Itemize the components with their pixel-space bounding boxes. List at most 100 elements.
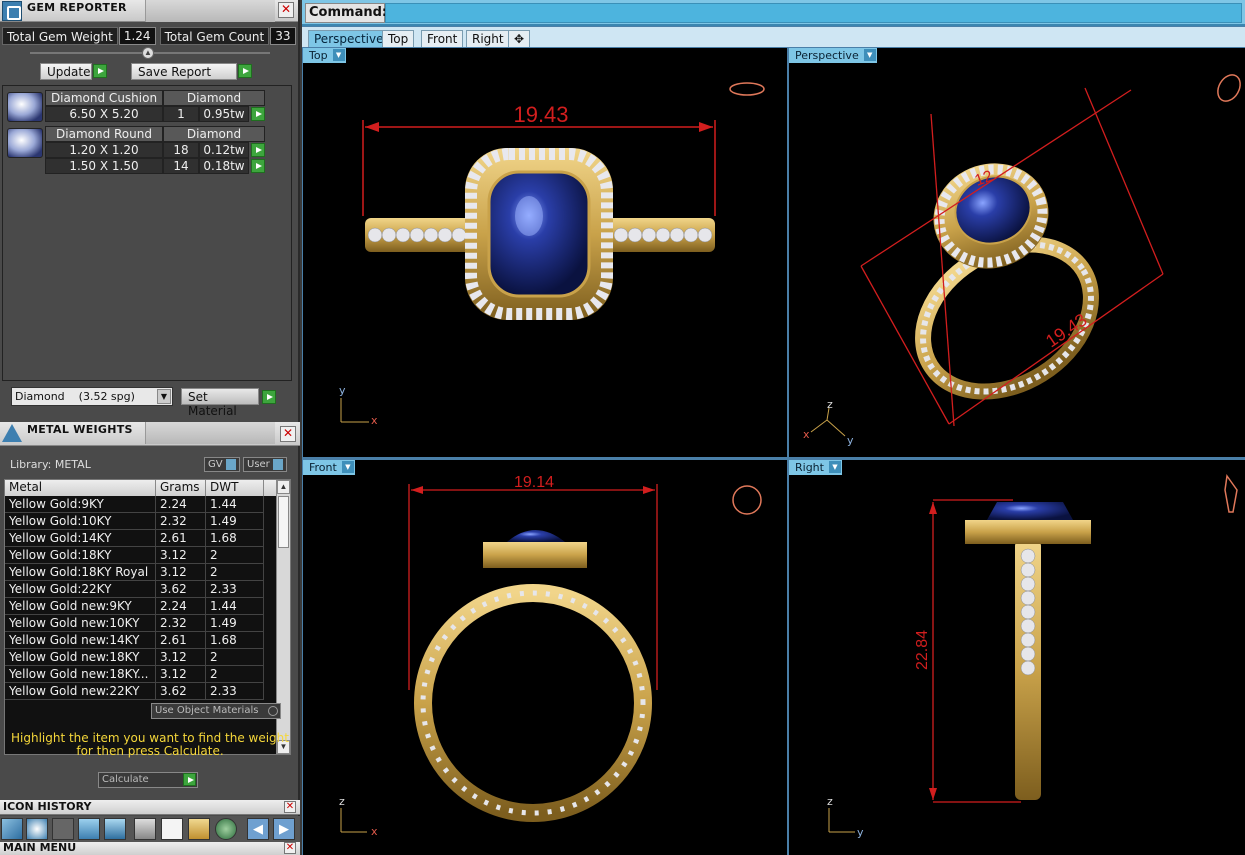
column-header-metal[interactable]: Metal [5,480,156,496]
grams-cell: 2.32 [156,513,206,530]
set-material-button[interactable]: Set Material [181,388,259,418]
viewport-front[interactable]: 19.14 z x Front ▼ [303,460,787,855]
material-select[interactable]: Diamond (3.52 spg) ▼ [11,387,173,406]
table-row[interactable]: Yellow Gold:10KY 2.32 1.49 [5,513,277,530]
gem-reporter-history-icon[interactable] [78,818,100,840]
viewport-right-name: Right [795,461,824,474]
viewport-top-label[interactable]: Top ▼ [303,48,346,63]
dwt-cell: 2 [206,547,264,564]
chevron-down-icon[interactable]: ▼ [828,461,841,473]
close-icon[interactable]: ✕ [284,842,296,854]
close-icon[interactable]: ✕ [284,801,296,813]
ring-orientation-icon [729,82,765,96]
open-folder-icon[interactable] [188,818,210,840]
icon-history-panel: ICON HISTORY ✕ ◀ ▶ MAIN MENU ✕ [0,800,300,855]
gem-group[interactable]: Diamond Round Diamond 1.20 X 1.20 18 0.1… [7,126,269,180]
forward-arrow-icon[interactable]: ▶ [273,818,295,840]
table-row[interactable]: Yellow Gold new:22KY 3.62 2.33 [5,683,277,700]
table-row[interactable]: Yellow Gold:14KY 2.61 1.68 [5,530,277,547]
save-icon[interactable] [134,818,156,840]
viewport-top-name: Top [309,49,328,62]
tab-front[interactable]: Front [421,30,464,47]
metal-weights-history-icon[interactable] [104,818,126,840]
library-label: Library: METAL [10,458,91,471]
select-gem-play-icon[interactable] [251,107,265,121]
gem-group[interactable]: Diamond Cushion Diamond 6.50 X 5.20 1 0.… [7,90,269,126]
gem-settings-icon[interactable] [26,818,48,840]
splitter-handle[interactable]: ▲ [142,47,154,59]
calculate-button[interactable]: Calculate [98,772,198,788]
chevron-down-icon[interactable]: ▼ [332,49,345,61]
table-row[interactable]: Yellow Gold new:9KY 2.24 1.44 [5,598,277,615]
grams-cell: 3.12 [156,666,206,683]
select-gem-play-icon[interactable] [251,159,265,173]
table-row[interactable]: Yellow Gold new:18KY 3.12 2 [5,649,277,666]
viewport-perspective-label[interactable]: Perspective ▼ [789,48,877,63]
close-icon[interactable]: ✕ [278,2,294,18]
metal-name-cell: Yellow Gold new:22KY [5,683,156,700]
chevron-down-icon[interactable]: ▼ [157,389,171,404]
calculate-label: Calculate [102,774,149,785]
update-button[interactable]: Update [40,63,92,80]
calculate-play-icon[interactable] [183,773,196,786]
viewport-perspective-name: Perspective [795,49,859,62]
table-row[interactable]: Yellow Gold new:18KY... 3.12 2 [5,666,277,683]
table-row[interactable]: Yellow Gold new:10KY 2.32 1.49 [5,615,277,632]
dwt-cell: 2 [206,666,264,683]
chevron-down-icon[interactable]: ▼ [863,49,876,61]
select-gem-play-icon[interactable] [251,143,265,157]
metal-weights-tab[interactable] [145,422,275,444]
icon-history-title: ICON HISTORY [3,800,92,813]
globe-icon[interactable] [215,818,237,840]
workspace: Command: Perspective Top Front Right ✥ 1… [302,0,1245,855]
save-report-play-icon[interactable] [238,64,252,78]
new-file-icon[interactable] [161,818,183,840]
table-row[interactable]: Yellow Gold:18KY 3.12 2 [5,547,277,564]
gem-reporter-icon [2,1,22,21]
viewport-front-label[interactable]: Front ▼ [303,460,355,475]
update-play-icon[interactable] [93,64,107,78]
chevron-down-icon[interactable]: ▼ [341,461,354,473]
table-row[interactable]: Yellow Gold:9KY 2.24 1.44 [5,496,277,513]
axis-y-label: y [857,826,864,839]
back-arrow-icon[interactable]: ◀ [247,818,269,840]
tab-right[interactable]: Right [466,30,510,47]
tab-perspective[interactable]: Perspective [308,30,390,47]
add-view-icon[interactable]: ✥ [508,30,531,47]
gem-qty: 1 [163,106,199,122]
dwt-cell: 1.49 [206,615,264,632]
scroll-thumb[interactable] [278,496,289,548]
close-icon[interactable]: ✕ [280,426,296,442]
layers-icon[interactable] [1,818,23,840]
viewport-right-label[interactable]: Right ▼ [789,460,842,475]
scroll-up-icon[interactable]: ▲ [277,480,290,494]
table-row[interactable]: Yellow Gold:22KY 3.62 2.33 [5,581,277,598]
total-gem-count-label: Total Gem Count [159,27,270,45]
dwt-cell: 2 [206,564,264,581]
transform-icon[interactable] [52,818,74,840]
use-object-materials-checkbox[interactable]: Use Object Materials [151,703,281,719]
user-toggle[interactable]: User [243,457,287,472]
gv-toggle[interactable]: GV [204,457,240,472]
gem-size: 6.50 X 5.20 [45,106,163,122]
column-header-grams[interactable]: Grams [156,480,206,496]
metal-weights-header: METAL WEIGHTS ✕ [0,422,300,446]
save-report-button[interactable]: Save Report [131,63,237,80]
viewport-perspective[interactable]: 19.43 12 z x y Perspective ▼ [789,48,1245,457]
table-row[interactable]: Yellow Gold new:14KY 2.61 1.68 [5,632,277,649]
command-input[interactable] [385,3,1242,23]
viewport-right[interactable]: 22.84 z y Right ▼ [789,460,1245,855]
total-gem-count-value: 33 [270,27,296,45]
column-header-dwt[interactable]: DWT [206,480,264,496]
use-object-materials-label: Use Object Materials [155,705,259,716]
set-material-play-icon[interactable] [262,390,276,404]
main-menu-header[interactable]: MAIN MENU ✕ [0,841,300,855]
gem-tw: 0.12tw [199,142,249,158]
table-row[interactable]: Yellow Gold:18KY Royal 3.12 2 [5,564,277,581]
dimension-line [932,499,1021,803]
tab-top[interactable]: Top [382,30,415,47]
viewport-top[interactable]: 19.43 y x Top ▼ [303,48,787,457]
gem-reporter-tab[interactable] [145,0,275,22]
metal-name-cell: Yellow Gold:18KY [5,547,156,564]
metal-name-cell: Yellow Gold:18KY Royal [5,564,156,581]
